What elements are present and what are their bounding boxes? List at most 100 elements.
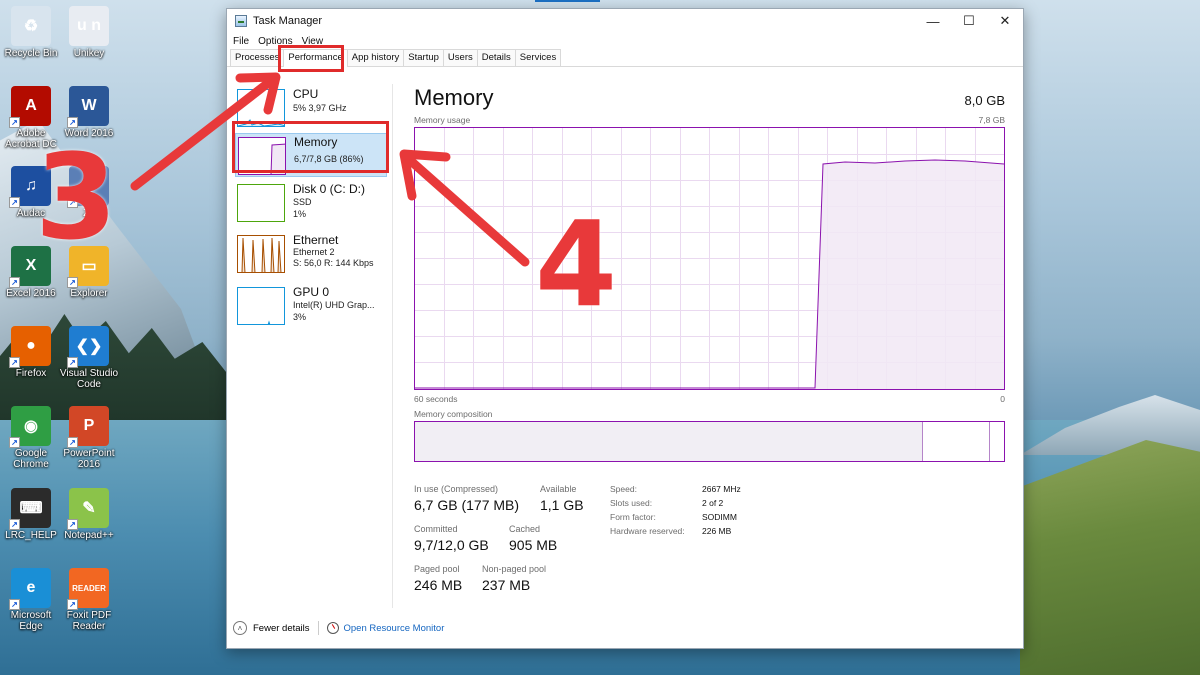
desktop-icon[interactable]: ⌨ ↗ LRC_HELP bbox=[0, 488, 62, 541]
desktop-icon-label: Foxit PDF Reader bbox=[66, 610, 112, 632]
app-icon: P ↗ bbox=[67, 406, 109, 448]
stat-value-cached: 905 MB bbox=[509, 537, 558, 553]
top-edge-strip bbox=[535, 0, 600, 2]
tab-users[interactable]: Users bbox=[442, 49, 478, 66]
desktop-icon-label: LRC_HELP bbox=[5, 530, 57, 541]
hw-value-speed: 2667 MHz bbox=[702, 484, 741, 494]
stat-value-committed: 9,7/12,0 GB bbox=[414, 537, 489, 553]
desktop-icon[interactable]: ● ↗ Firefox bbox=[0, 326, 62, 379]
composition-standby-segment bbox=[923, 422, 990, 461]
maximize-button[interactable]: ☐ bbox=[951, 9, 987, 33]
graph-axis-left: 60 seconds bbox=[414, 394, 458, 404]
sidebar-item-detail-2: 1% bbox=[293, 209, 307, 219]
sidebar-item-detail: SSD bbox=[293, 197, 312, 207]
stat-label-paged-pool: Paged pool bbox=[414, 564, 460, 574]
tab-strip: Processes Performance App history Startu… bbox=[227, 49, 1023, 67]
hw-label-form-factor: Form factor: bbox=[610, 512, 656, 522]
task-manager-window: Task Manager — ☐ ✕ File Options View Pro… bbox=[226, 8, 1024, 649]
window-title: Task Manager bbox=[253, 15, 323, 27]
hw-value-form-factor: SODIMM bbox=[702, 512, 737, 522]
stat-value-paged-pool: 246 MB bbox=[414, 577, 463, 593]
sidebar-item-name: GPU 0 bbox=[293, 285, 330, 299]
shortcut-arrow-icon: ↗ bbox=[9, 197, 20, 208]
annotation-box-performance-tab bbox=[278, 45, 344, 72]
shortcut-arrow-icon: ↗ bbox=[9, 117, 20, 128]
desktop-icon[interactable]: READER ↗ Foxit PDF Reader bbox=[58, 568, 120, 632]
shortcut-arrow-icon: ↗ bbox=[9, 437, 20, 448]
shortcut-arrow-icon: ↗ bbox=[9, 357, 20, 368]
annotation-box-memory-item bbox=[232, 121, 389, 173]
shortcut-arrow-icon: ↗ bbox=[9, 277, 20, 288]
shortcut-arrow-icon: ↗ bbox=[9, 599, 20, 610]
menu-file[interactable]: File bbox=[233, 36, 249, 47]
desktop-icon-label: Google Chrome bbox=[13, 448, 49, 470]
tab-app-history[interactable]: App history bbox=[346, 49, 405, 66]
desktop-icon[interactable]: ♻ Recycle Bin bbox=[0, 6, 62, 59]
stat-label-non-paged-pool: Non-paged pool bbox=[482, 564, 547, 574]
sidebar-item-gpu[interactable]: GPU 0 Intel(R) UHD Grap... 3% bbox=[235, 284, 387, 328]
tab-processes[interactable]: Processes bbox=[230, 49, 285, 66]
minimize-button[interactable]: — bbox=[915, 9, 951, 33]
stat-label-in-use: In use (Compressed) bbox=[414, 484, 499, 494]
app-icon: ✎ ↗ bbox=[67, 488, 109, 530]
resource-monitor-icon bbox=[326, 622, 339, 634]
tab-startup[interactable]: Startup bbox=[403, 49, 444, 66]
hw-value-slots: 2 of 2 bbox=[702, 498, 724, 508]
usage-graph-max: 7,8 GB bbox=[978, 115, 1005, 125]
usage-graph-label: Memory usage bbox=[414, 115, 471, 125]
app-icon: W ↗ bbox=[67, 86, 109, 128]
app-icon: ◉ ↗ bbox=[9, 406, 51, 448]
hw-value-reserved: 226 MB bbox=[702, 526, 732, 536]
hw-label-speed: Speed: bbox=[610, 484, 637, 494]
app-icon: ● ↗ bbox=[9, 326, 51, 368]
ethernet-thumbnail bbox=[237, 235, 285, 273]
open-resource-monitor-link[interactable]: Open Resource Monitor bbox=[344, 623, 445, 634]
sidebar-item-disk[interactable]: Disk 0 (C: D:) SSD 1% bbox=[235, 181, 387, 225]
close-button[interactable]: ✕ bbox=[987, 9, 1023, 33]
app-icon: ♻ bbox=[11, 6, 51, 46]
total-memory: 8,0 GB bbox=[964, 93, 1005, 108]
tab-details[interactable]: Details bbox=[476, 49, 516, 66]
shortcut-arrow-icon: ↗ bbox=[67, 437, 78, 448]
title-bar[interactable]: Task Manager — ☐ ✕ bbox=[227, 9, 1023, 33]
desktop-icon[interactable]: P ↗ PowerPoint 2016 bbox=[58, 406, 120, 470]
shortcut-arrow-icon: ↗ bbox=[9, 519, 20, 530]
stat-label-available: Available bbox=[540, 484, 577, 494]
stat-value-in-use: 6,7 GB (177 MB) bbox=[414, 497, 520, 513]
app-icon: A ↗ bbox=[9, 86, 51, 128]
sidebar-item-detail-2: 3% bbox=[293, 312, 307, 322]
sidebar-item-ethernet[interactable]: Ethernet Ethernet 2 S: 56,0 R: 144 Kbps bbox=[235, 232, 387, 276]
stat-label-committed: Committed bbox=[414, 524, 458, 534]
shortcut-arrow-icon: ↗ bbox=[67, 117, 78, 128]
stat-value-available: 1,1 GB bbox=[540, 497, 584, 513]
tab-services[interactable]: Services bbox=[514, 49, 562, 66]
step-number-3: 3 bbox=[35, 128, 118, 266]
shortcut-arrow-icon: ↗ bbox=[67, 357, 78, 368]
gpu-thumbnail bbox=[237, 287, 285, 325]
desktop-icon-label: Recycle Bin bbox=[4, 48, 58, 59]
app-icon: e ↗ bbox=[9, 568, 51, 610]
desktop-icon-label: Notepad++ bbox=[64, 530, 114, 541]
hw-label-slots: Slots used: bbox=[610, 498, 653, 508]
desktop-icon[interactable]: ◉ ↗ Google Chrome bbox=[0, 406, 62, 470]
hw-label-reserved: Hardware reserved: bbox=[610, 526, 685, 536]
fewer-details-link[interactable]: Fewer details bbox=[253, 623, 310, 634]
chevron-up-icon[interactable]: ˄ bbox=[233, 621, 247, 635]
desktop-icon-label: PowerPoint 2016 bbox=[63, 448, 115, 470]
desktop-icon[interactable]: u n Unikey bbox=[58, 6, 120, 59]
desktop-icon[interactable]: e ↗ Microsoft Edge bbox=[0, 568, 62, 632]
sidebar-item-detail: 5% 3,97 GHz bbox=[293, 103, 347, 113]
app-icon: ⌨ ↗ bbox=[9, 488, 51, 530]
step-number-4: 4 bbox=[535, 195, 618, 333]
desktop-icon-label: Microsoft Edge bbox=[10, 610, 52, 632]
shortcut-arrow-icon: ↗ bbox=[67, 277, 78, 288]
stat-value-non-paged-pool: 237 MB bbox=[482, 577, 531, 593]
memory-usage-graph bbox=[414, 127, 1005, 390]
stat-label-cached: Cached bbox=[509, 524, 541, 534]
desktop-icon[interactable]: ❮❯ ↗ Visual Studio Code bbox=[58, 326, 120, 390]
composition-in-use-segment bbox=[415, 422, 923, 461]
composition-label: Memory composition bbox=[414, 409, 493, 419]
shortcut-arrow-icon: ↗ bbox=[67, 599, 78, 610]
sidebar-item-detail: Intel(R) UHD Grap... bbox=[293, 300, 375, 310]
desktop-icon[interactable]: ✎ ↗ Notepad++ bbox=[58, 488, 120, 541]
